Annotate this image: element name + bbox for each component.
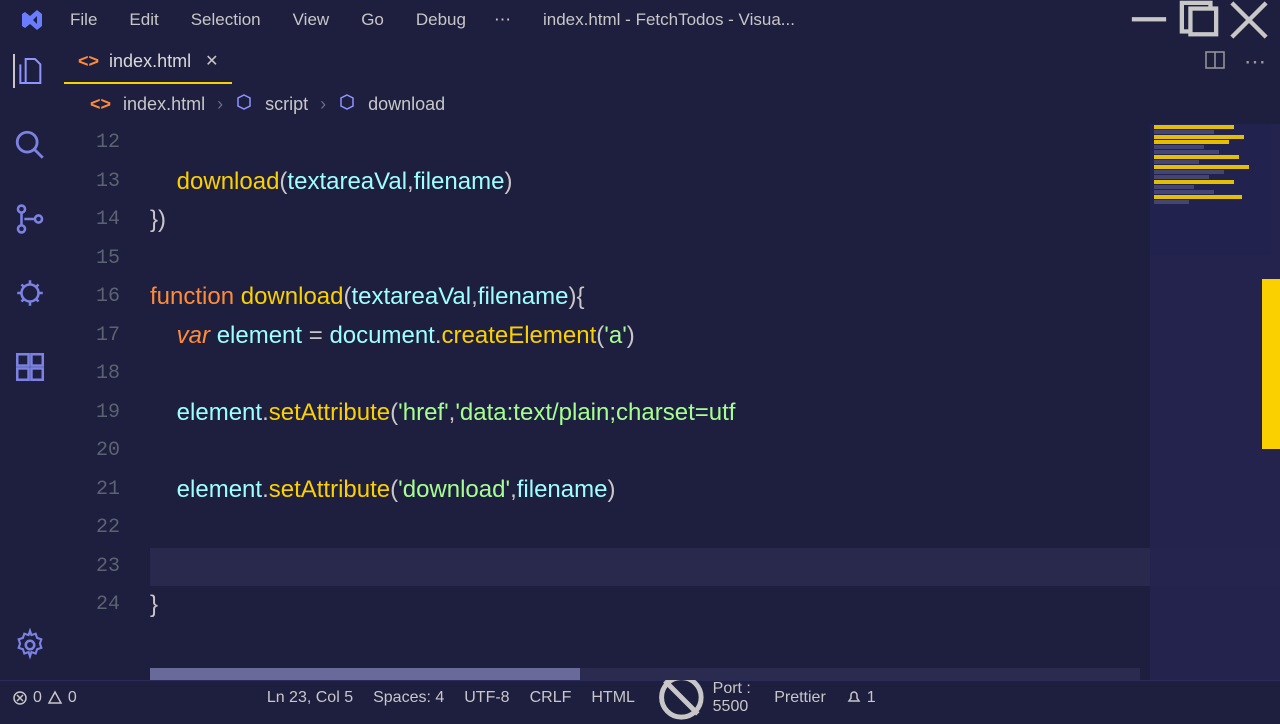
tab-close-icon[interactable]: ✕ — [205, 51, 218, 71]
code-line[interactable] — [150, 548, 1280, 587]
code-line[interactable] — [150, 509, 1280, 548]
code-line[interactable] — [150, 432, 1280, 471]
minimap[interactable] — [1150, 124, 1280, 680]
line-number: 24 — [96, 586, 120, 625]
more-actions-icon[interactable]: ⋯ — [1244, 49, 1266, 75]
line-number: 16 — [96, 278, 120, 317]
menu-overflow[interactable]: ⋯ — [480, 6, 525, 34]
line-number: 20 — [96, 432, 120, 471]
menu-debug[interactable]: Debug — [402, 6, 480, 34]
extensions-icon[interactable] — [13, 350, 47, 384]
breadcrumb[interactable]: <> index.html › script › download — [60, 84, 1280, 124]
status-language[interactable]: HTML — [591, 689, 635, 707]
script-icon — [235, 93, 253, 116]
menu-go[interactable]: Go — [347, 6, 398, 34]
line-gutter: 12131415161718192021222324 — [60, 124, 150, 680]
chevron-right-icon: › — [217, 94, 223, 115]
line-number: 23 — [96, 548, 120, 587]
line-number: 19 — [96, 394, 120, 433]
line-number: 14 — [96, 201, 120, 240]
chevron-right-icon: › — [320, 94, 326, 115]
line-number: 13 — [96, 163, 120, 202]
tab-bar: <> index.html ✕ ⋯ — [60, 40, 1280, 84]
code-editor[interactable]: 12131415161718192021222324 download(text… — [60, 124, 1280, 680]
code-line[interactable]: var element = document.createElement('a'… — [150, 317, 1280, 356]
function-icon — [338, 93, 356, 116]
minimize-button[interactable] — [1126, 0, 1172, 40]
code-line[interactable]: } — [150, 586, 1280, 625]
status-encoding[interactable]: UTF-8 — [464, 689, 509, 707]
scrollbar-thumb[interactable] — [150, 668, 580, 680]
activity-bar — [0, 40, 60, 680]
status-bar: 0 0 Ln 23, Col 5 Spaces: 4 UTF-8 CRLF HT… — [0, 680, 1280, 714]
overview-ruler-mark — [1262, 279, 1280, 449]
breadcrumb-function[interactable]: download — [368, 94, 445, 115]
line-number: 17 — [96, 317, 120, 356]
workspace: <> index.html ✕ ⋯ <> index.html › script… — [0, 40, 1280, 680]
debug-icon[interactable] — [13, 276, 47, 310]
tab-label: index.html — [109, 51, 191, 72]
editor-area: <> index.html ✕ ⋯ <> index.html › script… — [60, 40, 1280, 680]
code-line[interactable] — [150, 355, 1280, 394]
vscode-logo-icon — [20, 8, 44, 32]
code-line[interactable]: }) — [150, 201, 1280, 240]
tab-index-html[interactable]: <> index.html ✕ — [64, 40, 232, 84]
source-control-icon[interactable] — [13, 202, 47, 236]
breadcrumb-file[interactable]: index.html — [123, 94, 205, 115]
code-line[interactable]: function download(textareaVal,filename){ — [150, 278, 1280, 317]
code-line[interactable]: element.setAttribute('download',filename… — [150, 471, 1280, 510]
window-controls — [1126, 0, 1272, 40]
html-file-icon: <> — [78, 51, 99, 72]
line-number: 12 — [96, 124, 120, 163]
status-problems[interactable]: 0 0 — [12, 689, 77, 707]
line-number: 21 — [96, 471, 120, 510]
title-bar: FileEditSelectionViewGoDebug ⋯ index.htm… — [0, 0, 1280, 40]
code-content[interactable]: download(textareaVal,filename)}) function… — [150, 124, 1280, 680]
status-indentation[interactable]: Spaces: 4 — [373, 689, 444, 707]
split-editor-icon[interactable] — [1204, 49, 1226, 76]
code-line[interactable]: download(textareaVal,filename) — [150, 163, 1280, 202]
html-file-icon: <> — [90, 94, 111, 115]
line-number: 18 — [96, 355, 120, 394]
line-number: 15 — [96, 240, 120, 279]
status-cursor-position[interactable]: Ln 23, Col 5 — [267, 689, 353, 707]
menu-selection[interactable]: Selection — [177, 6, 275, 34]
status-eol[interactable]: CRLF — [530, 689, 572, 707]
status-notifications[interactable]: 1 — [846, 689, 876, 707]
menu-file[interactable]: File — [56, 6, 111, 34]
breadcrumb-script[interactable]: script — [265, 94, 308, 115]
status-formatter[interactable]: Prettier — [774, 689, 826, 707]
code-line[interactable] — [150, 240, 1280, 279]
menu-view[interactable]: View — [279, 6, 344, 34]
line-number: 22 — [96, 509, 120, 548]
maximize-button[interactable] — [1176, 0, 1222, 40]
close-button[interactable] — [1226, 0, 1272, 40]
code-line[interactable]: element.setAttribute('href','data:text/p… — [150, 394, 1280, 433]
window-title: index.html - FetchTodos - Visua... — [525, 10, 1126, 30]
code-line[interactable] — [150, 124, 1280, 163]
menu-bar: FileEditSelectionViewGoDebug — [56, 6, 480, 34]
search-icon[interactable] — [13, 128, 47, 162]
files-icon[interactable] — [13, 54, 47, 88]
horizontal-scrollbar[interactable] — [150, 668, 1140, 680]
settings-icon[interactable] — [13, 628, 47, 662]
menu-edit[interactable]: Edit — [115, 6, 172, 34]
